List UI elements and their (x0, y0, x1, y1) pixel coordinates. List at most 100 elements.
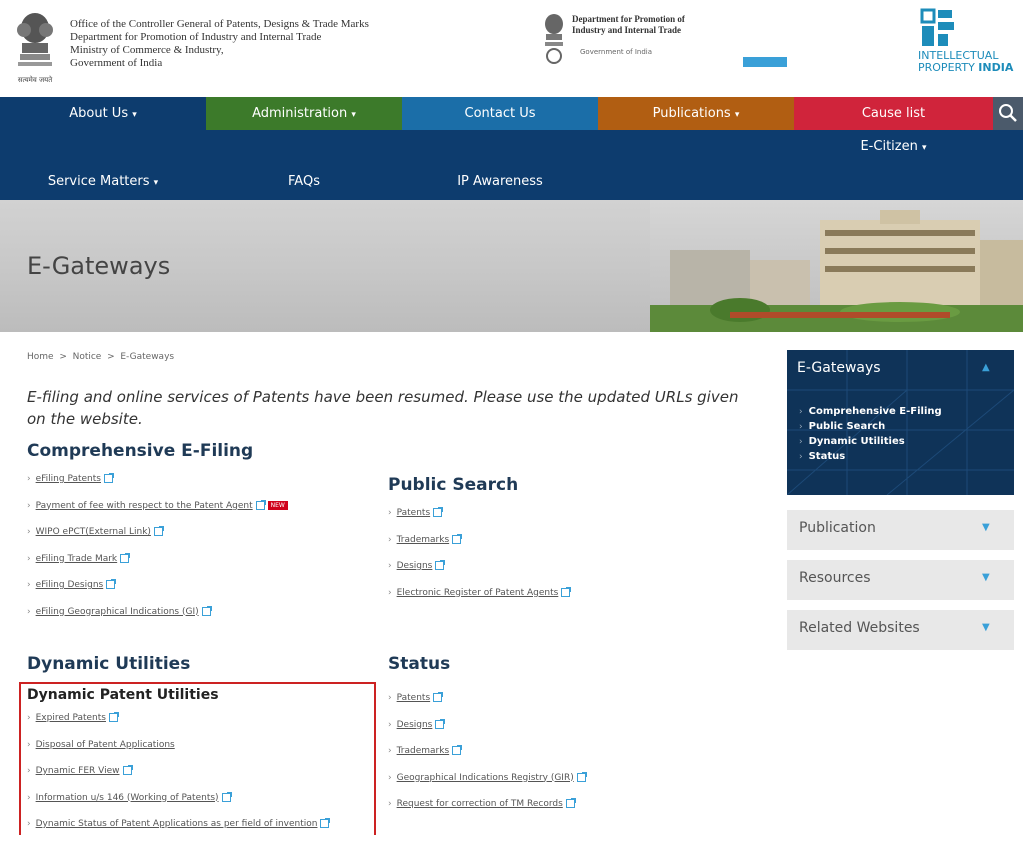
link-search-patents[interactable]: Patents (397, 508, 431, 518)
nav-publications[interactable]: Publications ▾ (598, 97, 794, 130)
link-efiling-designs[interactable]: eFiling Designs (36, 580, 104, 590)
chevron-up-icon[interactable]: ▲ (982, 362, 990, 373)
chevron-right-icon: › (388, 719, 392, 730)
nav-service-matters[interactable]: Service Matters ▾ (0, 165, 206, 198)
list-item: › Payment of fee with respect to the Pate… (27, 498, 288, 525)
nav-administration[interactable]: Administration ▾ (206, 97, 402, 130)
nav-cause-list[interactable]: Cause list (794, 97, 993, 130)
link-disposal-applications[interactable]: Disposal of Patent Applications (36, 740, 175, 750)
nav-ip-awareness[interactable]: IP Awareness (402, 165, 598, 198)
link-search-designs[interactable]: Designs (397, 561, 433, 571)
list-item: › Disposal of Patent Applications (27, 737, 329, 764)
link-search-trademarks[interactable]: Trademarks (397, 535, 450, 545)
list-item: › Designs (388, 717, 586, 744)
office-title: Office of the Controller General of Pate… (70, 18, 369, 70)
dpiit-badge[interactable] (743, 57, 787, 67)
dpiit-emblem-icon (545, 14, 563, 64)
sidebar-item-status[interactable]: › Status (799, 449, 942, 464)
link-expired-patents[interactable]: Expired Patents (36, 713, 106, 723)
nav-search-button[interactable] (993, 97, 1023, 130)
dpiit-line-2: Industry and Internal Trade (572, 25, 681, 35)
list-item: › WIPO ePCT(External Link) (27, 524, 288, 551)
link-working-of-patents[interactable]: Information u/s 146 (Working of Patents) (36, 793, 219, 803)
chevron-right-icon: › (27, 500, 31, 511)
chevron-down-icon: ▼ (982, 622, 990, 633)
accordion-label: Related Websites (799, 620, 920, 636)
external-link-icon (320, 818, 331, 828)
list-item: › eFiling Geographical Indications (GI) (27, 604, 288, 631)
list-item: › eFiling Trade Mark (27, 551, 288, 578)
nav-faqs-label: FAQs (288, 174, 320, 189)
external-link-icon (153, 526, 164, 536)
accordion-publication[interactable]: Publication ▼ (787, 510, 1014, 550)
link-efiling-patents[interactable]: eFiling Patents (36, 474, 101, 484)
comprehensive-efiling-heading: Comprehensive E-Filing (27, 441, 254, 461)
chevron-right-icon: › (388, 693, 392, 703)
link-tm-correction[interactable]: Request for correction of TM Records (397, 799, 563, 809)
public-search-list: › Patents › Trademarks › Designs › Electroni… (388, 505, 572, 611)
nav-contact-us-label: Contact Us (464, 106, 536, 121)
list-item: › Trademarks (388, 532, 570, 559)
link-status-gir[interactable]: Geographical Indications Registry (GIR) (397, 773, 574, 783)
breadcrumb-notice[interactable]: Notice (73, 352, 102, 362)
link-status-by-field[interactable]: Dynamic Status of Patent Applications as… (36, 819, 318, 829)
dynamic-utilities-heading: Dynamic Utilities (27, 654, 191, 674)
chevron-right-icon: › (27, 766, 31, 776)
nav-about-us[interactable]: About Us ▾ (0, 97, 206, 130)
chevron-right-icon: › (27, 527, 31, 537)
ip-india-line-2b: INDIA (978, 61, 1014, 74)
nav-e-citizen[interactable]: E-Citizen ▾ (794, 130, 993, 163)
link-register-patent-agents[interactable]: Electronic Register of Patent Agents (397, 588, 559, 598)
dpiit-subtitle: Government of India (580, 48, 653, 56)
link-status-patents[interactable]: Patents (397, 693, 431, 703)
breadcrumb-separator: > (107, 352, 115, 362)
nav-contact-us[interactable]: Contact Us (402, 97, 598, 130)
chevron-right-icon: › (27, 739, 31, 750)
external-link-icon (120, 552, 131, 563)
chevron-right-icon: › (799, 437, 803, 447)
nav-cause-list-label: Cause list (861, 106, 926, 121)
notice-message: E-filing and online services of Patents … (27, 388, 739, 428)
dynamic-utilities-list: › Expired Patents › Disposal of Patent App… (27, 710, 331, 843)
sidebar-item-dynamic-utilities[interactable]: › Dynamic Utilities (799, 434, 942, 449)
link-patent-agent-fee[interactable]: Payment of fee with respect to the Paten… (36, 501, 253, 511)
list-item: › eFiling Designs (27, 577, 288, 604)
nav-publications-label: Publications (652, 106, 731, 121)
list-item: › Geographical Indications Registry (GIR) (388, 770, 587, 797)
status-heading: Status (388, 654, 451, 674)
sidebar-item-public-search[interactable]: › Public Search (799, 419, 942, 434)
link-efiling-gi[interactable]: eFiling Geographical Indications (GI) (36, 607, 199, 617)
external-link-icon (435, 718, 446, 729)
accordion-resources[interactable]: Resources ▼ (787, 560, 1014, 600)
nav-faqs[interactable]: FAQs (206, 165, 402, 198)
external-link-icon (103, 473, 114, 483)
list-item: › Request for correction of TM Records (388, 796, 586, 823)
chevron-down-icon: ▾ (921, 143, 927, 153)
office-line-1: Office of the Controller General of Pate… (70, 18, 369, 30)
external-link-icon (433, 692, 444, 702)
link-dynamic-fer-view[interactable]: Dynamic FER View (36, 766, 120, 776)
link-wipo-epct[interactable]: WIPO ePCT(External Link) (36, 527, 151, 537)
external-link-icon (452, 745, 463, 755)
dpiit-logo-block[interactable]: Department for Promotion of Industry and… (540, 12, 795, 72)
link-efiling-trade-mark[interactable]: eFiling Trade Mark (36, 554, 118, 564)
nav-service-matters-label: Service Matters (47, 174, 150, 189)
list-item: › Expired Patents (27, 710, 329, 737)
external-link-icon (452, 533, 463, 544)
link-status-designs[interactable]: Designs (397, 720, 433, 730)
chevron-right-icon: › (388, 561, 392, 571)
status-list: › Patents › Designs › Trademarks › Geographi… (388, 690, 587, 823)
ip-india-logo[interactable]: INTELLECTUAL PROPERTY INDIA (918, 8, 1020, 94)
accordion-related-websites[interactable]: Related Websites ▼ (787, 610, 1014, 650)
list-item: › Dynamic Status of Patent Applications a… (27, 816, 331, 843)
chevron-right-icon: › (27, 713, 31, 723)
list-item: › Patents (388, 505, 570, 532)
office-line-2: Department for Promotion of Industry and… (70, 31, 322, 43)
sidebar-item-comprehensive[interactable]: › Comprehensive E-Filing (799, 404, 942, 419)
sidebar-title[interactable]: E-Gateways (797, 360, 881, 376)
ip-india-wordmark: INTELLECTUAL PROPERTY INDIA (918, 50, 1013, 74)
link-status-trademarks[interactable]: Trademarks (397, 746, 450, 756)
office-building-image (650, 200, 1023, 332)
breadcrumb-home[interactable]: Home (27, 352, 54, 362)
main-navigation: About Us ▾ Administration ▾ Contact Us P… (0, 97, 1023, 200)
